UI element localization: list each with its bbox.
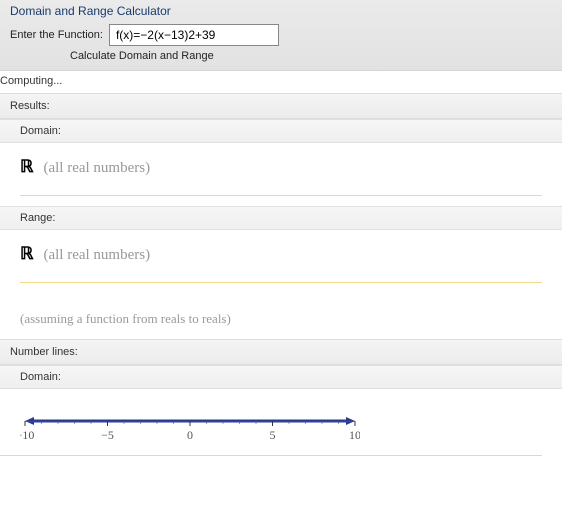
function-row: Enter the Function:: [10, 24, 552, 46]
page-title: Domain and Range Calculator: [10, 4, 552, 24]
svg-text:−10: −10: [20, 428, 34, 442]
domain-heading: Domain:: [0, 119, 562, 143]
range-desc: (all real numbers): [43, 247, 150, 264]
computing-status: Computing...: [0, 71, 562, 93]
domain-symbol: ℝ: [20, 157, 33, 177]
calculate-button[interactable]: Calculate Domain and Range: [70, 50, 552, 62]
nl-domain-heading: Domain:: [0, 365, 562, 389]
svg-text:−5: −5: [101, 428, 114, 442]
results-heading: Results:: [0, 93, 562, 119]
function-label: Enter the Function:: [10, 29, 103, 41]
assumption-note: (assuming a function from reals to reals…: [0, 293, 562, 329]
range-symbol: ℝ: [20, 244, 33, 264]
function-input[interactable]: [109, 24, 279, 46]
domain-desc: (all real numbers): [43, 160, 150, 177]
numberline-svg: −10 −5 0 5 10: [20, 407, 360, 447]
domain-result: ℝ (all real numbers): [0, 143, 562, 206]
numberline-domain: −10 −5 0 5 10: [0, 389, 542, 456]
svg-text:0: 0: [187, 428, 193, 442]
numberlines-heading: Number lines:: [0, 339, 562, 365]
range-heading: Range:: [0, 206, 562, 230]
svg-text:5: 5: [270, 428, 276, 442]
range-result: ℝ (all real numbers): [0, 230, 562, 293]
top-bar: Domain and Range Calculator Enter the Fu…: [0, 0, 562, 71]
svg-text:10: 10: [349, 428, 360, 442]
